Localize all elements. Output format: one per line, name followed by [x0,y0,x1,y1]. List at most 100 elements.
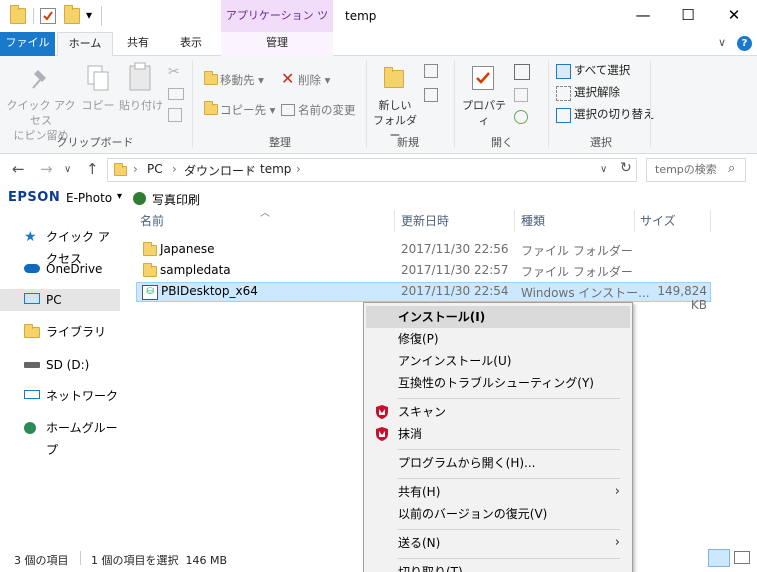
item-count: 3 個の項目 [14,554,69,567]
nav-libraries[interactable]: ライブラリ [0,321,120,343]
cloud-icon [24,264,40,273]
breadcrumb-separator[interactable]: › [248,162,253,176]
copy-path-icon[interactable] [168,88,184,100]
minimize-button[interactable]: — [620,0,666,32]
select-all-button[interactable]: すべて選択 [574,60,630,80]
breadcrumb-downloads[interactable]: ダウンロード [184,162,256,179]
help-icon[interactable]: ? [737,36,752,51]
new-item-icon[interactable] [424,64,438,78]
move-to-button[interactable]: 移動先 ▾ [220,70,264,90]
breadcrumb-separator[interactable]: › [296,162,301,176]
tab-manage[interactable]: 管理 [221,32,333,56]
forward-button[interactable]: → [40,160,53,178]
properties-icon[interactable] [40,8,56,24]
menu-restore-previous[interactable]: 以前のバージョンの復元(V) [366,503,630,525]
table-row[interactable]: sampledata 2017/11/30 22:57 ファイル フォルダー [136,261,711,281]
mcafee-shield-icon [376,405,388,419]
computer-icon [24,293,40,304]
menu-troubleshoot[interactable]: 互換性のトラブルシューティング(Y) [366,372,630,394]
address-dropdown-icon[interactable]: ∨ [600,164,607,175]
refresh-button[interactable]: ↻ [620,160,632,176]
nav-pc[interactable]: PC [0,289,120,311]
history-icon[interactable] [514,110,528,124]
menu-separator [398,449,620,450]
column-separator[interactable] [514,210,515,232]
open-icon[interactable] [514,64,530,80]
menu-shred[interactable]: 抹消 [366,423,630,445]
breadcrumb-temp[interactable]: temp [260,162,291,176]
maximize-button[interactable]: ☐ [665,0,711,32]
cut-icon[interactable]: ✂ [168,64,184,80]
folder-icon[interactable] [10,5,26,24]
ribbon-separator [366,60,367,148]
column-type[interactable]: 種類 [521,212,545,229]
menu-label: 送る(N) [398,536,441,550]
open-group-label: 開く [491,136,513,149]
submenu-arrow-icon: › [614,484,620,499]
file-name: PBIDesktop_x64 [161,284,258,298]
rename-button[interactable]: 名前の変更 [298,100,356,120]
select-none-button[interactable]: 選択解除 [574,82,620,102]
nav-network[interactable]: ネットワーク [0,385,120,407]
library-icon [24,324,40,338]
file-type: ファイル フォルダー [521,265,633,279]
qat-dropdown-icon[interactable]: ▾ [86,8,92,22]
menu-open-with[interactable]: プログラムから開く(H)... [366,452,630,474]
ribbon-separator [192,60,193,148]
tab-view[interactable]: 表示 [170,32,212,56]
ribbon-separator [650,60,651,148]
delete-button[interactable]: 削除 ▾ [298,70,330,90]
qat-divider [33,8,34,24]
column-size[interactable]: サイズ [640,212,676,229]
back-button[interactable]: ← [12,160,25,178]
edit-icon[interactable] [514,88,528,102]
tab-share[interactable]: 共有 [118,32,158,56]
menu-repair[interactable]: 修復(P) [366,328,630,350]
ribbon-tabs: ファイル ホーム 共有 表示 管理 ∨ ? [0,32,757,57]
easy-access-icon[interactable] [424,88,438,102]
table-row[interactable]: ⛁ PBIDesktop_x64 2017/11/30 22:54 Window… [136,282,711,312]
search-icon[interactable]: ⌕ [728,161,735,176]
invert-selection-button[interactable]: 選択の切り替え [574,104,655,124]
breadcrumb-separator[interactable]: › [133,162,138,176]
photo-print-button[interactable]: 写真印刷 [152,191,200,208]
column-date[interactable]: 更新日時 [401,212,449,229]
properties-button[interactable]: プロパティ [458,98,510,128]
close-button[interactable]: ✕ [711,0,757,32]
menu-install[interactable]: インストール(I) [366,306,630,328]
copy-button[interactable]: コピー [80,98,116,113]
breadcrumb-pc[interactable]: PC [147,162,163,176]
tab-file[interactable]: ファイル [0,32,55,56]
column-separator[interactable] [394,210,395,232]
collapse-ribbon-icon[interactable]: ∨ [712,32,732,56]
breadcrumb-separator[interactable]: › [172,162,177,176]
menu-cut[interactable]: 切り取り(T) [366,561,630,572]
context-tab-header: アプリケーション ツール [221,0,333,54]
menu-send-to[interactable]: 送る(N) › [366,532,630,554]
column-separator[interactable] [710,210,711,232]
tab-home[interactable]: ホーム [57,32,113,57]
column-name[interactable]: 名前 [140,212,164,229]
nav-sd-drive[interactable]: SD (D:) [0,354,120,376]
paste-button[interactable]: 貼り付け [118,98,164,113]
nav-onedrive[interactable]: OneDrive [0,258,120,280]
menu-share[interactable]: 共有(H) › [366,481,630,503]
paste-shortcut-icon[interactable] [168,108,182,122]
e-photo-menu[interactable]: E-Photo [66,191,112,205]
recent-dropdown-icon[interactable]: ∨ [64,164,71,175]
column-separator[interactable] [634,210,635,232]
menu-uninstall[interactable]: アンインストール(U) [366,350,630,372]
nav-homegroup[interactable]: ホームグループ [0,417,120,457]
details-view-icon[interactable] [708,549,730,567]
nav-quick-access[interactable]: ★ クイック アクセス [0,226,120,266]
e-photo-dropdown-icon[interactable]: ▾ [117,191,122,202]
new-folder-icon[interactable] [64,5,80,24]
epson-logo: EPSON [8,190,61,205]
organize-group-label: 整理 [269,136,291,149]
up-button[interactable]: ↑ [86,160,99,178]
menu-scan[interactable]: スキャン [366,401,630,423]
navigation-pane: ★ クイック アクセス OneDrive PC ライブラリ SD (D:) ネッ… [0,208,122,544]
table-row[interactable]: Japanese 2017/11/30 22:56 ファイル フォルダー [136,240,711,260]
large-icons-view-icon[interactable] [734,551,750,564]
copy-to-button[interactable]: コピー先 ▾ [220,100,275,120]
